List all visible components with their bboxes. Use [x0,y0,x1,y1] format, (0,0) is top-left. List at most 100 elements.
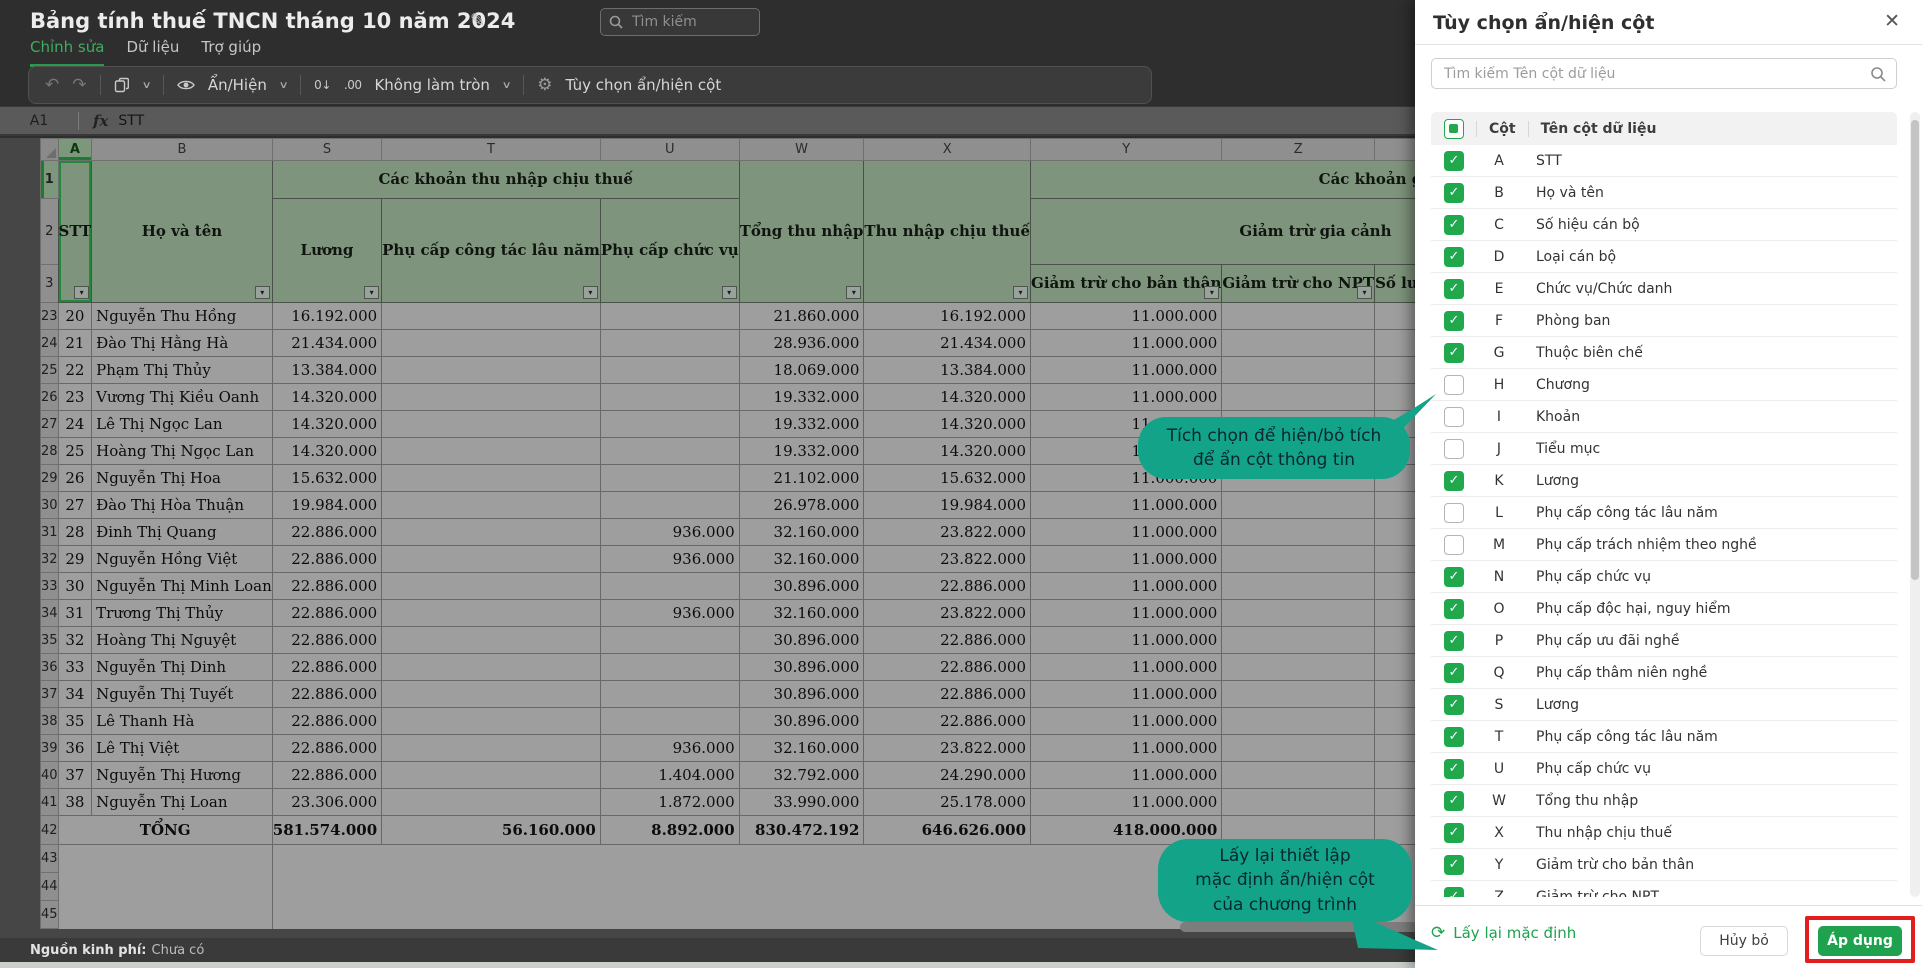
empty-cell[interactable] [58,873,272,901]
row-header-33[interactable]: 33 [41,573,59,600]
cell-value[interactable]: 30.896.000 [739,681,864,708]
cell-value[interactable]: 1.872.000 [600,789,739,816]
cell-value[interactable]: 22.886.000 [272,762,381,789]
column-list-item-I[interactable]: IKhoản [1431,401,1897,433]
checked-checkbox[interactable]: ✓ [1444,247,1464,267]
cell-value[interactable] [382,708,601,735]
edit-title-icon[interactable]: ✎ [470,10,485,31]
cell-value[interactable] [1375,762,1415,789]
row-header-34[interactable]: 34 [41,600,59,627]
global-search[interactable] [600,8,760,36]
rounding-select[interactable]: Không làm tròn [374,76,489,94]
scrollbar-thumb[interactable] [1911,120,1919,580]
cell-value[interactable] [1222,330,1375,357]
cell-value[interactable]: 16.192.000 [864,303,1031,330]
checked-checkbox[interactable]: ✓ [1444,855,1464,875]
column-header-U[interactable]: U [600,139,739,161]
cell-value[interactable] [600,438,739,465]
cell-value[interactable] [382,492,601,519]
cell-value[interactable]: 22.886.000 [272,546,381,573]
cell-name[interactable]: Đào Thị Hằng Hà [92,330,273,357]
cell-value[interactable] [600,681,739,708]
cell-value[interactable]: 23.822.000 [864,519,1031,546]
row-header-27[interactable]: 27 [41,411,59,438]
cell-value[interactable]: 14.320.000 [864,438,1031,465]
filter-button[interactable]: ▾ [1013,286,1028,299]
column-header-A[interactable]: A [58,139,92,161]
header-stt[interactable]: STT▾ [58,161,92,303]
column-list-item-F[interactable]: ✓FPhòng ban [1431,305,1897,337]
row-header-43[interactable]: 43 [41,845,59,873]
cell-value[interactable]: 1.404.000 [600,762,739,789]
cell-value[interactable]: 22.886.000 [272,600,381,627]
reset-default-link[interactable]: ⟳ Lấy lại mặc định [1431,924,1576,942]
cell-stt[interactable]: 33 [58,654,92,681]
cell-value[interactable]: 23.822.000 [864,546,1031,573]
cell-stt[interactable]: 31 [58,600,92,627]
cell-name[interactable]: Nguyễn Thị Tuyết [92,681,273,708]
cell-value[interactable]: 22.886.000 [272,735,381,762]
formula-value[interactable]: STT [118,113,144,129]
decimal-decrease-icon[interactable]: 0↓ [314,78,331,92]
cell-value[interactable]: 25.178.000 [864,789,1031,816]
cell-value[interactable] [1222,519,1375,546]
column-options-button[interactable]: Tùy chọn ẩn/hiện cột [566,76,722,94]
cell-value[interactable] [1222,627,1375,654]
cell-value[interactable]: 11.000.000 [1031,573,1222,600]
column-header-T[interactable]: T [382,139,601,161]
chevron-down-icon[interactable]: ∨ [501,80,511,91]
cell-value[interactable]: 23.822.000 [864,600,1031,627]
cell-value[interactable]: 11.000.000 [1031,330,1222,357]
row-header-26[interactable]: 26 [41,384,59,411]
cell-value[interactable]: 22.886.000 [864,681,1031,708]
header-self-deduction[interactable]: Giảm trừ cho bản thân▾ [1031,265,1222,303]
cell-value[interactable]: 22.886.000 [272,573,381,600]
cell-value[interactable]: 19.332.000 [739,438,864,465]
cell-value[interactable]: 18.069.000 [739,357,864,384]
cell-name[interactable]: Vương Thị Kiều Oanh [92,384,273,411]
cell-value[interactable]: 11.000.000 [1031,600,1222,627]
column-list-item-H[interactable]: HChương [1431,369,1897,401]
cell-stt[interactable]: 24 [58,411,92,438]
cell-stt[interactable]: 25 [58,438,92,465]
cell-value[interactable] [382,465,601,492]
row-header-45[interactable]: 45 [41,901,59,929]
header-income-group[interactable]: Các khoản thu nhập chịu thuế [272,161,739,199]
cell-value[interactable]: 11.000.000 [1031,735,1222,762]
header-npt-count[interactable]: Số lượng NPT▾ [1375,265,1415,303]
column-list-item-X[interactable]: ✓XThu nhập chịu thuế [1431,817,1897,849]
column-list-item-Z[interactable]: ✓ZGiảm trừ cho NPT [1431,881,1897,897]
cell-name[interactable]: Nguyễn Hồng Việt [92,546,273,573]
checked-checkbox[interactable]: ✓ [1444,215,1464,235]
total-value[interactable]: 8.892.000 [600,816,739,845]
column-list-item-D[interactable]: ✓DLoại cán bộ [1431,241,1897,273]
column-header-S[interactable]: S [272,139,381,161]
search-input[interactable] [630,13,740,31]
cell-value[interactable]: 11.000.000 [1031,789,1222,816]
cell-value[interactable]: 21.434.000 [864,330,1031,357]
cell-value[interactable] [1375,357,1415,384]
cell-value[interactable] [1375,303,1415,330]
cell-value[interactable] [600,303,739,330]
cell-value[interactable]: 32.160.000 [739,546,864,573]
column-list-item-K[interactable]: ✓KLương [1431,465,1897,497]
row-header-39[interactable]: 39 [41,735,59,762]
cell-value[interactable]: 19.332.000 [739,384,864,411]
chevron-down-icon[interactable]: ∨ [141,80,151,91]
row-header-23[interactable]: 23 [41,303,59,330]
cell-value[interactable]: 30.896.000 [739,654,864,681]
checked-checkbox[interactable]: ✓ [1444,567,1464,587]
cell-value[interactable]: 32.160.000 [739,519,864,546]
cell-value[interactable] [1222,762,1375,789]
row-header-40[interactable]: 40 [41,762,59,789]
menu-tro-giup[interactable]: Trợ giúp [201,38,261,67]
cell-value[interactable] [382,627,601,654]
column-header-Z[interactable]: Z [1222,139,1375,161]
total-value[interactable]: 646.626.000 [864,816,1031,845]
checked-checkbox[interactable]: ✓ [1444,279,1464,299]
row-header-24[interactable]: 24 [41,330,59,357]
cell-value[interactable]: 14.320.000 [864,411,1031,438]
cell-stt[interactable]: 20 [58,303,92,330]
cell-value[interactable] [600,330,739,357]
cell-stt[interactable]: 23 [58,384,92,411]
